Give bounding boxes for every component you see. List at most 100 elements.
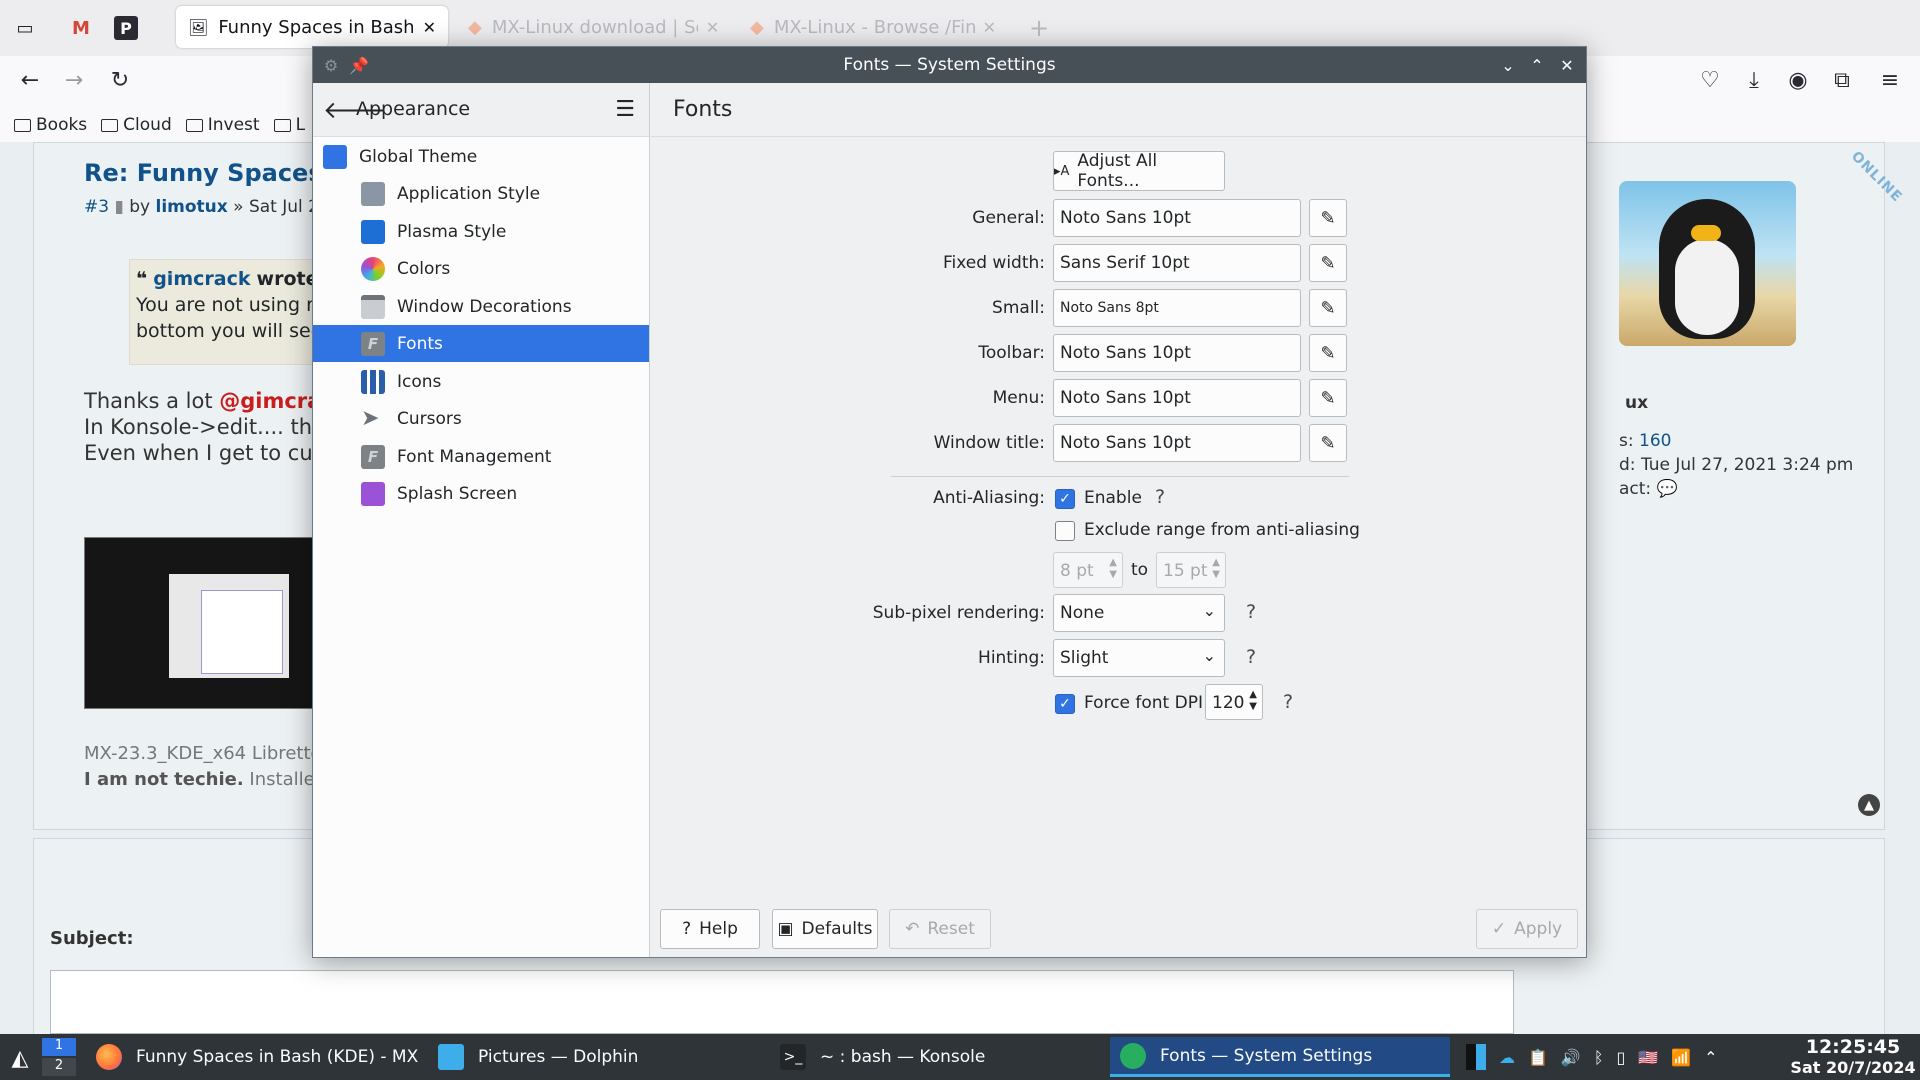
reset-button[interactable]: ↶ Reset <box>889 909 991 949</box>
pinned-tab-gmail[interactable]: M <box>64 12 98 44</box>
task-system-settings[interactable]: Fonts — System Settings <box>1110 1037 1450 1077</box>
browser-tab[interactable]: ◆ MX-Linux - Browse /Final ✕ <box>738 6 1008 48</box>
account-icon[interactable]: ◉ <box>1782 64 1814 96</box>
help-question-icon[interactable]: ? <box>1246 646 1256 668</box>
scroll-top-icon[interactable]: ▲ <box>1858 794 1880 816</box>
minimize-icon[interactable]: ⌄ <box>1496 53 1520 77</box>
browser-tab-active[interactable]: 🖼 Funny Spaces in Bash (KDE ✕ <box>176 6 448 48</box>
terminal-icon: >_ <box>780 1044 806 1070</box>
close-icon[interactable]: ✕ <box>1555 53 1579 77</box>
pocket-icon[interactable]: ♡ <box>1694 64 1726 96</box>
subpixel-rendering-select[interactable]: None ⌄ <box>1053 594 1225 632</box>
sidebar-item-colors[interactable]: Colors <box>313 250 649 287</box>
sidebar-item-application-style[interactable]: Application Style <box>313 175 649 212</box>
fixed-width-font-field[interactable]: Sans Serif 10pt <box>1053 244 1301 282</box>
window-titlebar[interactable]: ⚙ 📌 Fonts — System Settings ⌄ ⌃ ✕ <box>313 47 1586 83</box>
pinned-tab-p[interactable]: P <box>114 16 138 40</box>
force-dpi-checkbox[interactable]: ✓ <box>1055 694 1075 714</box>
attached-screenshot[interactable] <box>84 537 346 709</box>
small-font-field[interactable]: Noto Sans 8pt <box>1053 289 1301 327</box>
pager-preview-icon[interactable] <box>1466 1044 1486 1070</box>
window-title-font-field[interactable]: Noto Sans 10pt <box>1053 424 1301 462</box>
sidebar-item-icons[interactable]: Icons <box>313 363 649 400</box>
menu-font-field[interactable]: Noto Sans 10pt <box>1053 379 1301 417</box>
maximize-icon[interactable]: ⌃ <box>1525 53 1549 77</box>
hamburger-menu-icon[interactable]: ☰ <box>615 97 635 122</box>
edit-pencil-icon[interactable]: ✎ <box>1309 199 1347 237</box>
quote-icon: ❝ <box>136 268 148 290</box>
keyboard-layout-flag-icon[interactable]: 🇺🇸 <box>1638 1048 1658 1067</box>
close-tab-icon[interactable]: ✕ <box>983 18 996 37</box>
hinting-select[interactable]: Slight ⌄ <box>1053 639 1225 677</box>
post-text-line: Thanks a lot @gimcrack <box>84 389 348 413</box>
edit-pencil-icon[interactable]: ✎ <box>1309 379 1347 417</box>
sidebar-item-window-decorations[interactable]: Window Decorations <box>313 288 649 325</box>
battery-icon[interactable]: ▯ <box>1616 1048 1625 1067</box>
check-icon: ✓ <box>1491 919 1507 939</box>
spin-arrows-icon[interactable]: ▲ ▼ <box>1249 689 1257 713</box>
clipboard-icon[interactable]: 📋 <box>1528 1048 1548 1067</box>
tray-expand-chevron-icon[interactable]: ⌃ <box>1704 1048 1717 1067</box>
task-konsole[interactable]: >_ ~ : bash — Konsole <box>770 1037 1104 1077</box>
application-launcher-icon[interactable]: ◭ <box>4 1042 36 1074</box>
exclude-range-checkbox[interactable] <box>1055 521 1075 541</box>
enable-checkbox[interactable]: ✓ <box>1055 489 1075 509</box>
help-question-icon[interactable]: ? <box>1283 691 1293 713</box>
sidebar-item-cursors[interactable]: ➤ Cursors <box>313 400 649 437</box>
help-question-icon[interactable]: ? <box>1246 601 1256 623</box>
forward-arrow-icon[interactable]: → <box>58 64 90 96</box>
task-firefox[interactable]: Funny Spaces in Bash (KDE) - MX Li... <box>86 1037 420 1077</box>
close-tab-icon[interactable]: ✕ <box>423 18 436 37</box>
subject-input[interactable] <box>50 970 1514 1034</box>
virtual-desktop-pager[interactable]: 1 2 <box>42 1038 76 1076</box>
menu-icon[interactable]: ≡ <box>1874 64 1906 96</box>
edit-pencil-icon[interactable]: ✎ <box>1309 289 1347 327</box>
browser-tab[interactable]: ◆ MX-Linux download | Sou ✕ <box>456 6 732 48</box>
defaults-icon: ▣ <box>777 919 794 939</box>
sidebar-item-font-management[interactable]: F Font Management <box>313 438 649 475</box>
bookmark-folder[interactable]: Cloud <box>101 115 172 135</box>
edit-pencil-icon[interactable]: ✎ <box>1309 244 1347 282</box>
wifi-icon[interactable]: 📶 <box>1671 1048 1691 1067</box>
desktop-2[interactable]: 2 <box>42 1058 76 1076</box>
force-dpi-spinbox[interactable]: 120 ▲ ▼ <box>1205 684 1263 720</box>
cloud-sync-icon[interactable]: ☁ <box>1499 1048 1515 1067</box>
tab-overview-icon[interactable]: ▭ <box>8 12 42 44</box>
enable-label: Enable <box>1084 488 1142 508</box>
sidebar-item-plasma-style[interactable]: Plasma Style <box>313 213 649 250</box>
adjust-all-fonts-button[interactable]: ▸A Adjust All Fonts... <box>1053 151 1225 191</box>
sidebar-item-fonts[interactable]: F Fonts <box>313 325 649 362</box>
desktop-1[interactable]: 1 <box>42 1038 76 1056</box>
help-button[interactable]: ? Help <box>660 909 760 949</box>
bluetooth-icon[interactable]: ᛒ <box>1594 1048 1604 1067</box>
downloads-icon[interactable]: ⤓ <box>1738 64 1770 96</box>
firefox-icon <box>96 1044 122 1070</box>
chevron-down-icon: ⌄ <box>1202 601 1216 620</box>
sourceforge-icon: ◆ <box>468 16 482 38</box>
task-dolphin[interactable]: Pictures — Dolphin <box>428 1037 762 1077</box>
reload-icon[interactable]: ↻ <box>104 64 136 96</box>
application-style-icon <box>361 181 385 206</box>
contact-bubble-icon[interactable]: 💬 <box>1657 479 1678 499</box>
system-tray: ☁ 📋 🔊 ᛒ ▯ 🇺🇸 📶 ⌃ <box>1466 1042 1718 1072</box>
edit-pencil-icon[interactable]: ✎ <box>1309 334 1347 372</box>
back-arrow-icon[interactable]: ← <box>14 64 46 96</box>
sidebar-item-global-theme[interactable]: Global Theme <box>313 138 649 175</box>
profile-joined: d: Tue Jul 27, 2021 3:24 pm <box>1619 455 1854 475</box>
defaults-button[interactable]: ▣ Defaults <box>772 909 878 949</box>
extensions-icon[interactable]: ⧉ <box>1826 64 1858 96</box>
help-question-icon[interactable]: ? <box>1155 486 1165 508</box>
apply-button[interactable]: ✓ Apply <box>1476 909 1578 949</box>
new-tab-icon[interactable]: + <box>1022 12 1056 44</box>
profile-name[interactable]: ux <box>1625 393 1648 413</box>
bookmark-folder[interactable]: Invest <box>185 115 260 135</box>
volume-icon[interactable]: 🔊 <box>1561 1048 1581 1067</box>
sidebar-item-splash-screen[interactable]: Splash Screen <box>313 475 649 512</box>
close-tab-icon[interactable]: ✕ <box>706 18 719 37</box>
digital-clock[interactable]: 12:25:45 Sat 20/7/2024 <box>1790 1036 1916 1077</box>
general-font-field[interactable]: Noto Sans 10pt <box>1053 199 1301 237</box>
bookmark-folder[interactable]: L <box>273 115 305 135</box>
bookmark-folder[interactable]: Books <box>14 115 87 135</box>
toolbar-font-field[interactable]: Noto Sans 10pt <box>1053 334 1301 372</box>
edit-pencil-icon[interactable]: ✎ <box>1309 424 1347 462</box>
